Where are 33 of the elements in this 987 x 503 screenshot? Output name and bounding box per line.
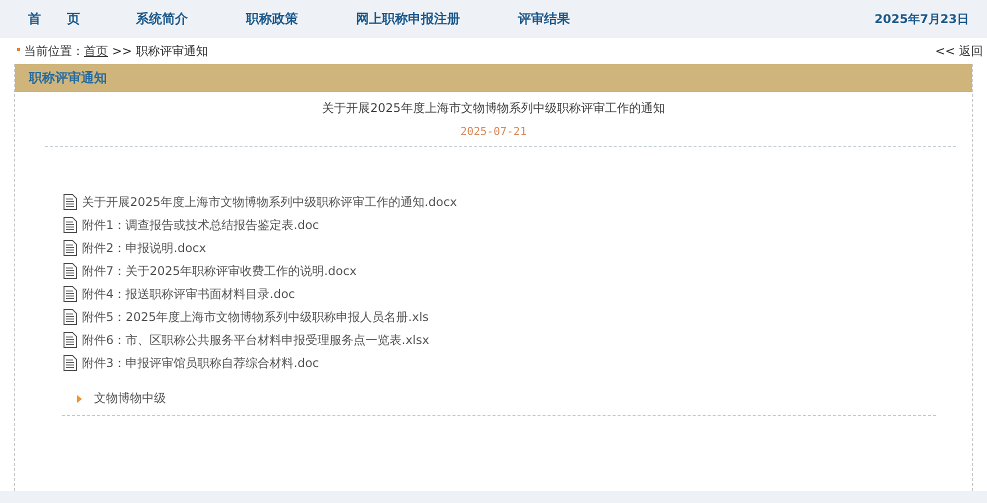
breadcrumb-label: 当前位置：: [24, 42, 84, 60]
attachment-link[interactable]: 附件7：关于2025年职称评审收费工作的说明.docx: [82, 262, 357, 280]
back-link[interactable]: << 返回: [935, 42, 983, 60]
attachment-link[interactable]: 附件2：申报说明.docx: [82, 240, 206, 256]
breadcrumb-current: 职称评审通知: [136, 42, 208, 60]
current-date: 2025年7月23日: [874, 10, 969, 28]
document-icon: [63, 332, 77, 348]
document-icon: [63, 286, 77, 302]
document-icon: [63, 309, 77, 325]
attachment-link[interactable]: 附件6：市、区职称公共服务平台材料申报受理服务点一览表.xlsx: [82, 332, 430, 348]
article-title: 关于开展2025年度上海市文物博物系列中级职称评审工作的通知: [321, 100, 666, 117]
nav-link[interactable]: 网上职称申报注册: [356, 10, 460, 28]
nav-link[interactable]: 职称政策: [246, 10, 298, 28]
attachment-link[interactable]: 附件1：调查报告或技术总结报告鉴定表.doc: [82, 216, 320, 234]
document-icon: [63, 355, 77, 371]
category-link[interactable]: 文物博物中级: [94, 390, 166, 407]
nav-link[interactable]: 评审结果: [518, 10, 570, 28]
document-icon: [63, 217, 77, 233]
attachment-link[interactable]: 附件5：2025年度上海市文物博物系列中级职称申报人员名册.xls: [82, 308, 429, 326]
document-icon: [63, 194, 77, 210]
breadcrumb-separator: >>: [112, 44, 132, 58]
attachment-link[interactable]: 附件4：报送职称评审书面材料目录.doc: [82, 286, 296, 302]
nav-link[interactable]: 首 页: [28, 10, 80, 28]
attachment-link[interactable]: 附件3：申报评审馆员职称自荐综合材料.doc: [82, 354, 320, 372]
document-icon: [63, 263, 77, 279]
arrow-icon: [77, 394, 82, 402]
article-date: 2025-07-21: [459, 125, 528, 138]
document-icon: [63, 240, 77, 256]
nav-link[interactable]: 系统简介: [136, 10, 188, 28]
bullet-icon: [17, 48, 20, 51]
panel-title: 职称评审通知: [29, 70, 107, 87]
attachment-link[interactable]: 关于开展2025年度上海市文物博物系列中级职称评审工作的通知.docx: [82, 194, 458, 210]
home-link[interactable]: 首页: [84, 42, 108, 60]
